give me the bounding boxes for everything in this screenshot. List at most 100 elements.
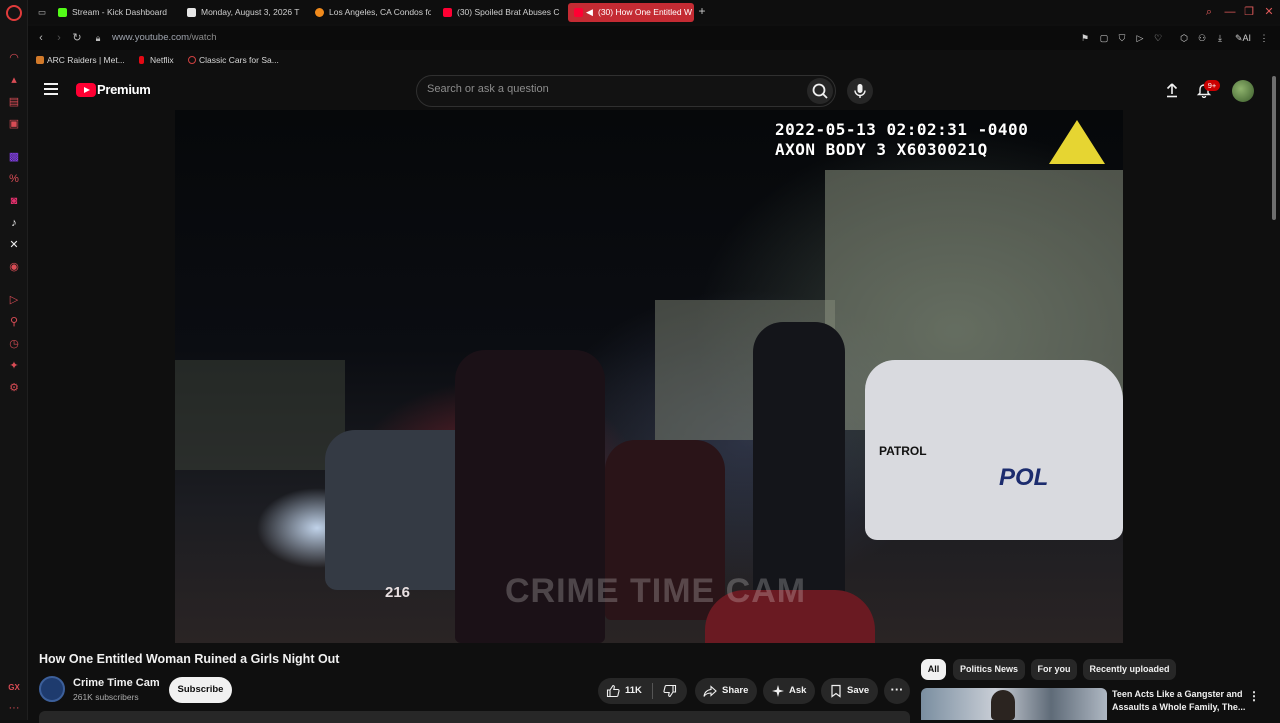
recommended-title[interactable]: Teen Acts Like a Gangster and Assaults a… (1112, 688, 1247, 714)
chip-all[interactable]: All (921, 659, 946, 680)
tab-search-icon[interactable]: ⌕ (1202, 5, 1216, 19)
aria-icon[interactable]: ◠ (7, 51, 21, 65)
channel-avatar[interactable] (39, 676, 65, 702)
subscribe-button[interactable]: Subscribe (169, 677, 232, 703)
bookmark-label: Classic Cars for Sa... (199, 55, 279, 65)
share-icon (703, 685, 717, 697)
more-actions-icon[interactable]: ··· (884, 678, 910, 704)
tab-bar: ▭ Stream - Kick Dashboard Monday, August… (28, 0, 1280, 24)
thumbs-down-icon (663, 684, 677, 698)
youtube-favicon-icon (443, 8, 452, 17)
new-tab-icon[interactable]: + (696, 5, 708, 17)
discount-icon[interactable]: % (7, 172, 21, 186)
tiktok-icon[interactable]: ♪ (7, 216, 21, 230)
page-scrollbar[interactable] (1271, 72, 1277, 720)
bookmark-arc-raiders[interactable]: ARC Raiders | Met... (36, 52, 125, 68)
tab-label: (30) Spoiled Brat Abuses C (457, 7, 559, 17)
thumbs-up-icon (606, 684, 620, 698)
recommended-thumbnail[interactable] (921, 688, 1107, 720)
snapshot-icon[interactable]: ▢ (1098, 32, 1110, 44)
search-button[interactable] (807, 78, 833, 104)
youtube-header: Premium 9+ (28, 72, 1270, 110)
bodycam-timestamp: 2022-05-13 02:02:31 -0400 (775, 120, 1029, 139)
twitch-icon[interactable]: ▩ (7, 150, 21, 164)
speaker-icon[interactable]: ◀ (586, 3, 596, 22)
pin-icon[interactable]: ⚲ (7, 315, 21, 329)
condos-favicon-icon (315, 8, 324, 17)
scrollbar-thumb[interactable] (1272, 76, 1276, 220)
extensions-icon[interactable]: ✦ (7, 359, 21, 373)
vpn-icon[interactable]: ◉ (7, 260, 21, 274)
forward-icon[interactable]: › (52, 31, 66, 45)
close-icon[interactable]: ✕ (1262, 5, 1276, 19)
account-avatar[interactable] (1232, 80, 1254, 102)
restore-icon[interactable]: ❐ (1242, 5, 1256, 19)
upload-button[interactable] (1164, 82, 1180, 98)
bookmark-icon[interactable]: ⚑ (1079, 32, 1091, 44)
tab-label: Los Angeles, CA Condos fo (329, 7, 431, 17)
bookmark-save-icon (831, 684, 841, 698)
gx-icon[interactable]: GX (7, 681, 21, 695)
x-icon[interactable]: ✕ (7, 238, 21, 252)
chip-for-you[interactable]: For you (1031, 659, 1077, 680)
player-icon[interactable]: ▷ (7, 293, 21, 307)
news-icon[interactable]: ▤ (7, 95, 21, 109)
video-title: How One Entitled Woman Ruined a Girls Ni… (39, 652, 340, 666)
tab-calendar[interactable]: Monday, August 3, 2026 T (185, 3, 305, 22)
heart-icon[interactable]: ♡ (1152, 32, 1164, 44)
settings-icon[interactable]: ⚙ (7, 381, 21, 395)
minimize-icon[interactable]: — (1223, 5, 1237, 19)
like-button[interactable]: 11K (598, 678, 652, 704)
ask-button[interactable]: Ask (763, 678, 815, 704)
bag-icon[interactable]: ▴ (7, 73, 21, 87)
share-button[interactable]: Share (695, 678, 757, 704)
ask-label: Ask (789, 685, 807, 696)
search-input[interactable] (427, 83, 787, 95)
save-button[interactable]: Save (821, 678, 878, 704)
patrol-car: PATROL POL (865, 360, 1123, 540)
car-number: 216 (385, 584, 411, 601)
dislike-button[interactable] (655, 678, 687, 704)
youtube-brand-label[interactable]: Premium (97, 82, 151, 97)
bodycam-overlay: 2022-05-13 02:02:31 -0400 AXON BODY 3 X6… (775, 120, 1028, 160)
opera-logo-icon[interactable] (6, 5, 22, 21)
recommended-more-icon[interactable]: ⋮ (1248, 688, 1260, 704)
youtube-logo-icon[interactable] (76, 83, 96, 97)
tab-condos[interactable]: Los Angeles, CA Condos fo (313, 3, 431, 22)
adblock-icon[interactable]: ⛉ (1116, 32, 1128, 44)
wallet-icon[interactable]: ⚇ (1196, 32, 1208, 44)
extension-puzzle-icon[interactable]: ⬡ (1178, 32, 1190, 44)
bookmark-label: Netflix (150, 55, 174, 65)
lock-icon[interactable]: 🔒︎ (91, 31, 105, 45)
chip-recently-uploaded[interactable]: Recently uploaded (1083, 659, 1176, 680)
video-player[interactable]: PATROL POL 216 2022-05-13 02:02:31 -0400… (175, 110, 1123, 643)
tab-youtube-spoiled[interactable]: (30) Spoiled Brat Abuses C (441, 3, 559, 22)
tab-youtube-active[interactable]: ◀ (30) How One Entitled W (568, 3, 694, 22)
bookmark-netflix[interactable]: Netflix (139, 52, 174, 68)
browser-menu-icon[interactable]: ⋮ (1258, 32, 1270, 44)
bookmarks-bar: ARC Raiders | Met... Netflix Classic Car… (28, 52, 1280, 68)
hamburger-menu-icon[interactable] (44, 83, 58, 95)
voice-search-button[interactable] (847, 78, 873, 104)
instagram-icon[interactable]: ◙ (7, 194, 21, 208)
like-count: 11K (625, 685, 642, 696)
sidebar-more-icon[interactable]: ··· (7, 701, 21, 715)
bookmark-classic-cars[interactable]: Classic Cars for Sa... (188, 52, 279, 68)
tab-kick[interactable]: Stream - Kick Dashboard (56, 3, 196, 22)
car-patrol-text: PATROL (879, 444, 927, 458)
back-icon[interactable]: ‹ (34, 31, 48, 45)
play-icon[interactable]: ▷ (1134, 32, 1146, 44)
description-box[interactable] (39, 711, 910, 723)
chip-politics-news[interactable]: Politics News (953, 659, 1025, 680)
download-icon[interactable]: ⤓ (1214, 32, 1226, 44)
url-path: /watch (189, 32, 217, 43)
reload-icon[interactable]: ↻ (70, 31, 84, 45)
messenger-icon[interactable]: ▣ (7, 117, 21, 131)
browser-sidebar: ◠ ▴ ▤ ▣ ▩ % ◙ ♪ ✕ ◉ ▷ ⚲ ◷ ✦ ⚙ GX ··· (0, 0, 28, 720)
ai-icon[interactable]: ✎AI (1232, 32, 1254, 44)
microphone-icon (854, 84, 866, 98)
url-field[interactable]: www.youtube.com/watch (112, 31, 217, 45)
channel-name[interactable]: Crime Time Cam (73, 677, 160, 689)
history-icon[interactable]: ◷ (7, 337, 21, 351)
tab-overview-icon[interactable]: ▭ (32, 3, 54, 22)
